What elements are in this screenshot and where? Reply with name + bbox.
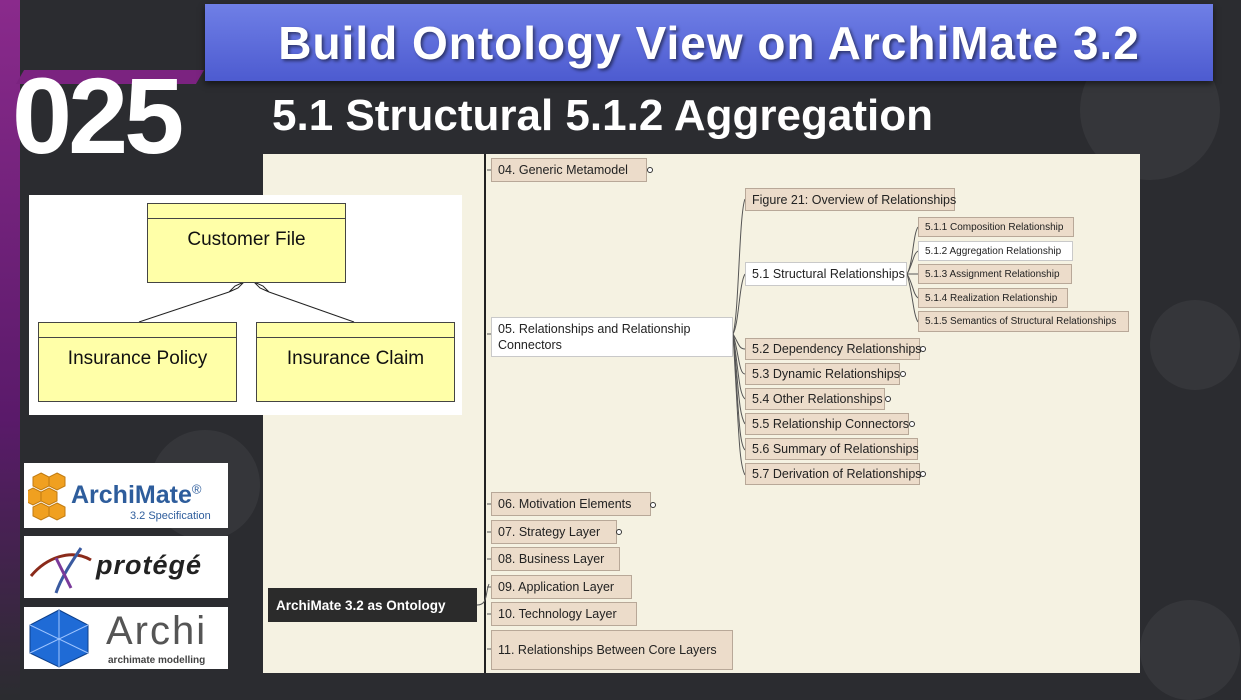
mindmap-node-connectors[interactable]: 5.5 Relationship Connectors (745, 413, 909, 435)
node-label: 09. Application Layer (498, 580, 615, 594)
honeycomb-icon (28, 472, 66, 521)
archi-logo: Archi archimate modelling (24, 607, 228, 669)
collapse-dot-icon[interactable] (920, 471, 926, 477)
mindmap-node-assignment[interactable]: 5.1.3 Assignment Relationship (918, 264, 1072, 284)
mindmap-node-composition[interactable]: 5.1.1 Composition Relationship (918, 217, 1074, 237)
node-label: 5.5 Relationship Connectors (752, 417, 910, 431)
collapse-dot-icon[interactable] (647, 167, 653, 173)
collapse-dot-icon[interactable] (900, 371, 906, 377)
uml-box-label: Customer File (187, 229, 306, 250)
uml-box-insurance-policy[interactable]: Insurance Policy (38, 322, 237, 402)
mindmap-node-other[interactable]: 5.4 Other Relationships (745, 388, 885, 410)
mindmap-node-core-layers[interactable]: 11. Relationships Between Core Layers (491, 630, 733, 670)
bokeh-circle (1150, 300, 1240, 390)
uml-box-insurance-claim[interactable]: Insurance Claim (256, 322, 455, 402)
node-label: 5.1.4 Realization Relationship (925, 292, 1058, 304)
uml-box-header (148, 204, 345, 219)
node-label: 5.1.5 Semantics of Structural Relationsh… (925, 316, 1117, 327)
mindmap-node-semantics[interactable]: 5.1.5 Semantics of Structural Relationsh… (918, 311, 1129, 332)
archi-cube-icon (29, 609, 89, 668)
mindmap-node-figure-21[interactable]: Figure 21: Overview of Relationships (745, 188, 957, 211)
root-label: ArchiMate 3.2 as Ontology (276, 597, 446, 613)
archimate-logo: ArchiMate® 3.2 Specification (24, 463, 228, 528)
slide-number: 025 (12, 55, 184, 176)
registered-mark: ® (191, 481, 202, 497)
node-label: 5.3 Dynamic Relationships (752, 367, 900, 381)
protege-logo-text: protégé (96, 550, 203, 580)
node-label: 06. Motivation Elements (498, 497, 632, 511)
mindmap-node-relationships[interactable]: 05. Relationships and Relationship Conne… (491, 317, 733, 357)
mindmap-root-node[interactable]: ArchiMate 3.2 as Ontology (268, 588, 477, 622)
archimate-name: ArchiMate (71, 481, 192, 509)
node-label: 5.1.1 Composition Relationship (925, 221, 1064, 233)
mindmap-node-derivation[interactable]: 5.7 Derivation of Relationships (745, 463, 922, 485)
uml-box-header (39, 323, 236, 338)
protege-logo: protégé (24, 536, 228, 598)
mindmap-node-structural-relationships[interactable]: 5.1 Structural Relationships (745, 262, 907, 286)
node-label: 5.6 Summary of Relationships (752, 442, 919, 456)
collapse-dot-icon[interactable] (616, 529, 622, 535)
mindmap-node-realization[interactable]: 5.1.4 Realization Relationship (918, 288, 1068, 308)
mindmap-node-aggregation[interactable]: 5.1.2 Aggregation Relationship (918, 241, 1073, 261)
node-label: 5.1 Structural Relationships (752, 267, 905, 281)
mindmap-node-strategy[interactable]: 07. Strategy Layer (491, 520, 617, 544)
bokeh-circle (1140, 600, 1240, 700)
aggregation-diagram: Customer File Insurance Policy Insurance… (29, 195, 462, 415)
collapse-dot-icon[interactable] (920, 346, 926, 352)
node-label: 07. Strategy Layer (498, 525, 601, 539)
uml-box-header (257, 323, 454, 338)
node-label: Figure 21: Overview of Relationships (752, 192, 957, 207)
protege-swirl-icon (29, 547, 92, 594)
uml-box-label: Insurance Claim (286, 348, 425, 369)
node-label: 5.7 Derivation of Relationships (752, 467, 922, 481)
archimate-logo-text: ArchiMate® (71, 481, 201, 510)
mindmap-node-business[interactable]: 08. Business Layer (491, 547, 620, 571)
slide-title: Build Ontology View on ArchiMate 3.2 (278, 16, 1140, 69)
slide-subtitle: 5.1 Structural 5.1.2 Aggregation (272, 91, 933, 140)
mindmap-node-technology[interactable]: 10. Technology Layer (491, 602, 637, 626)
uml-box-label: Insurance Policy (67, 348, 208, 369)
node-label: 5.1.2 Aggregation Relationship (925, 245, 1062, 257)
archi-logo-subtitle: archimate modelling (108, 655, 206, 666)
mindmap-node-summary[interactable]: 5.6 Summary of Relationships (745, 438, 919, 460)
node-label: 05. Relationships and Relationship Conne… (498, 322, 691, 352)
mindmap-node-motivation[interactable]: 06. Motivation Elements (491, 492, 651, 516)
node-label: 04. Generic Metamodel (498, 163, 628, 177)
uml-box-customer-file[interactable]: Customer File (147, 203, 346, 283)
node-label: 10. Technology Layer (498, 607, 617, 621)
node-label: 11. Relationships Between Core Layers (498, 643, 717, 657)
mindmap-node-application[interactable]: 09. Application Layer (491, 575, 632, 599)
mindmap-node-generic-metamodel[interactable]: 04. Generic Metamodel (491, 158, 647, 182)
node-label: 08. Business Layer (498, 552, 605, 566)
archi-logo-text: Archi (106, 609, 208, 653)
collapse-dot-icon[interactable] (650, 502, 656, 508)
archimate-logo-subtitle: 3.2 Specification (130, 510, 211, 522)
title-bar: Build Ontology View on ArchiMate 3.2 (205, 4, 1213, 81)
node-label: 5.1.3 Assignment Relationship (925, 268, 1060, 280)
collapse-dot-icon[interactable] (909, 421, 915, 427)
collapse-dot-icon[interactable] (885, 396, 891, 402)
node-label: 5.4 Other Relationships (752, 392, 883, 406)
mindmap-node-dynamic[interactable]: 5.3 Dynamic Relationships (745, 363, 900, 385)
node-label: 5.2 Dependency Relationships (752, 342, 922, 356)
mindmap-node-dependency[interactable]: 5.2 Dependency Relationships (745, 338, 922, 360)
